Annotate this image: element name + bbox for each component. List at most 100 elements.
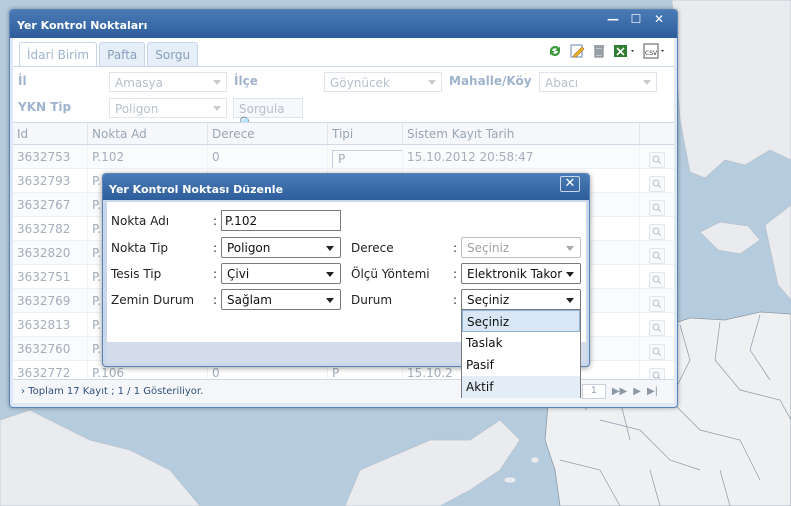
page-number-input[interactable]: 1 (581, 384, 606, 399)
cell-nokta-ad: P.102 (88, 145, 208, 168)
nokta-adi-label: Nokta Adı (111, 214, 170, 228)
zoom-icon[interactable] (649, 176, 665, 192)
zoom-icon[interactable] (649, 272, 665, 288)
zoom-icon[interactable] (649, 224, 665, 240)
cell-action (640, 217, 668, 240)
col-header-derece[interactable]: Derece (208, 123, 328, 144)
tesis-tip-select[interactable]: Çivi (221, 263, 341, 284)
cell-action (640, 265, 668, 288)
zemin-durum-label: Zemin Durum (111, 293, 195, 307)
zoom-icon[interactable] (649, 344, 665, 360)
option-aktif[interactable]: Aktif (462, 376, 580, 398)
mahalle-select[interactable]: Abacı (539, 72, 657, 92)
zoom-icon[interactable] (649, 296, 665, 312)
ykn-tip-value: Poligon (115, 102, 159, 116)
dialog-close-button[interactable]: ✕ (560, 176, 580, 192)
close-button[interactable]: ✕ (649, 12, 669, 28)
main-window-title: Yer Kontrol Noktaları (17, 19, 148, 32)
cell-action (640, 313, 668, 336)
cell-id: 3632751 (13, 265, 88, 288)
excel-icon[interactable] (612, 42, 638, 60)
tesis-tip-value: Çivi (227, 267, 250, 281)
zoom-icon[interactable] (649, 200, 665, 216)
nokta-tip-label: Nokta Tip (111, 241, 169, 255)
zemin-durum-select[interactable]: Sağlam (221, 289, 341, 310)
col-header-nokta-ad[interactable]: Nokta Ad (88, 123, 208, 144)
pager: 1 ▶▶ ▶ ▶| (581, 384, 658, 399)
sorgula-button[interactable]: Sorgula 🔍 (233, 98, 303, 130)
ykn-tip-select[interactable]: Poligon (109, 98, 227, 118)
zoom-icon[interactable] (649, 320, 665, 336)
tab-strip: İdari Birim Pafta Sorgu (19, 42, 199, 67)
il-label: İl (18, 74, 27, 88)
cell-action (640, 337, 668, 360)
sorgula-label: Sorgula (239, 102, 285, 116)
option-seciniz[interactable]: Seçiniz (462, 310, 580, 332)
col-header-tipi[interactable]: Tipi (328, 123, 403, 144)
tab-idari-birim[interactable]: İdari Birim (19, 42, 98, 67)
cell-id: 3632793 (13, 169, 88, 192)
il-select[interactable]: Amasya (109, 72, 227, 92)
fast-forward-icon[interactable]: ▶▶ (612, 386, 627, 397)
durum-select[interactable]: Seçiniz (461, 289, 581, 310)
colon: : (213, 241, 218, 255)
chevron-down-icon (566, 246, 574, 251)
colon: : (213, 293, 218, 307)
svg-text:CSV: CSV (645, 50, 658, 57)
chevron-down-icon (326, 246, 334, 251)
cell-id: 3632813 (13, 313, 88, 336)
csv-icon[interactable]: CSV (642, 42, 668, 60)
chevron-down-icon (566, 272, 574, 277)
next-page-icon[interactable]: ▶ (633, 386, 641, 397)
tab-sorgu[interactable]: Sorgu (147, 42, 199, 66)
option-pasif[interactable]: Pasif (462, 354, 580, 376)
colon: : (453, 241, 458, 255)
trash-icon[interactable] (590, 42, 608, 60)
edit-dialog-titlebar[interactable]: Yer Kontrol Noktası Düzenle ✕ (103, 174, 589, 200)
cell-id: 3632769 (13, 289, 88, 312)
cell-action (640, 193, 668, 216)
chevron-down-icon (326, 298, 334, 303)
filter-bar: İl Amasya İlçe Göynücek Mahalle/Köy Abac… (13, 66, 674, 130)
colon: : (213, 267, 218, 281)
cell-tarih: 15.10.2012 20:58:47 (403, 145, 640, 168)
colon: : (453, 293, 458, 307)
last-page-icon[interactable]: ▶| (647, 386, 658, 397)
option-taslak[interactable]: Taslak (462, 332, 580, 354)
chevron-down-icon (213, 80, 221, 85)
tab-pafta[interactable]: Pafta (99, 42, 146, 66)
cell-tipi[interactable]: P (328, 145, 403, 168)
derece-value: Seçiniz (467, 241, 510, 255)
record-count: Toplam 17 Kayıt ; 1 / 1 Gösteriliyor. (28, 386, 204, 397)
col-header-id[interactable]: Id (13, 123, 88, 144)
nokta-adi-input[interactable]: P.102 (221, 210, 341, 231)
zemin-durum-value: Sağlam (227, 293, 272, 307)
ilce-value: Göynücek (330, 76, 390, 90)
minimize-button[interactable]: — (603, 12, 623, 28)
zoom-icon[interactable] (649, 152, 665, 168)
col-header-sistem-kayit-tarih[interactable]: Sistem Kayıt Tarih (403, 123, 640, 144)
derece-select[interactable]: Seçiniz (461, 237, 581, 258)
edit-icon[interactable] (568, 42, 586, 60)
maximize-button[interactable]: ☐ (626, 12, 646, 28)
ilce-label: İlçe (234, 74, 258, 88)
cell-action (640, 241, 668, 264)
main-window-titlebar[interactable]: Yer Kontrol Noktaları — ☐ ✕ (10, 10, 677, 38)
zoom-icon[interactable] (649, 248, 665, 264)
table-row[interactable]: 3632753 P.102 0 P 15.10.2012 20:58:47 (13, 145, 674, 169)
grid-header: Id Nokta Ad Derece Tipi Sistem Kayıt Tar… (13, 123, 674, 145)
mahalle-label: Mahalle/Köy (449, 74, 532, 88)
status-text: › Toplam 17 Kayıt ; 1 / 1 Gösteriliyor. (21, 386, 204, 397)
chevron-down-icon (566, 298, 574, 303)
ykn-tip-label: YKN Tip (18, 100, 72, 114)
cell-derece: 0 (208, 145, 328, 168)
refresh-icon[interactable] (546, 42, 564, 60)
nokta-tip-select[interactable]: Poligon (221, 237, 341, 258)
durum-dropdown-list: Seçiniz Taslak Pasif Aktif (461, 309, 581, 398)
cell-id: 3632782 (13, 217, 88, 240)
ilce-select[interactable]: Göynücek (324, 72, 442, 92)
olcu-yontemi-select[interactable]: Elektronik Takometre (461, 263, 581, 284)
edit-dialog-title: Yer Kontrol Noktası Düzenle (109, 183, 284, 196)
cell-action (640, 145, 668, 168)
cell-action (640, 289, 668, 312)
